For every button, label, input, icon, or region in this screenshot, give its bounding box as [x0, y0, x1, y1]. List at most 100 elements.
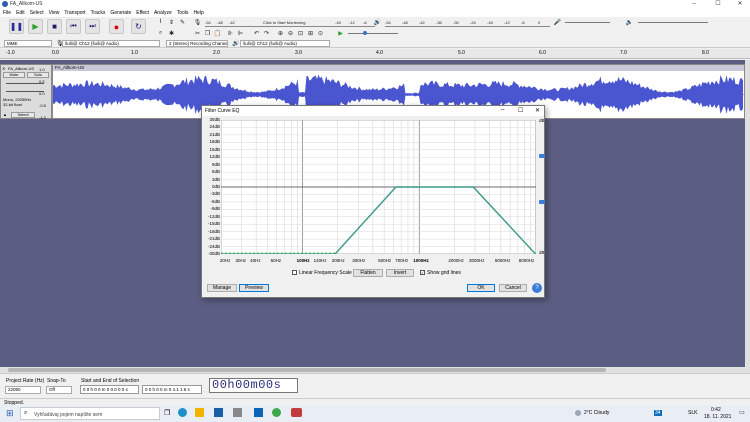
windows-start-icon[interactable]: ⊞ — [6, 408, 14, 419]
playback-device-select[interactable]: šuši@ Ch12 (šuši@ Audio) — [240, 40, 330, 47]
envelope-tool-icon[interactable]: ⇕ — [167, 18, 176, 26]
recording-device-select[interactable]: šuši@ Ch12 (šuši@ Audio) — [62, 40, 160, 47]
collapse-icon[interactable]: ▲ — [3, 112, 7, 117]
timeline-ruler[interactable]: -1.0 0.0 1.0 2.0 3.0 4.0 5.0 6.0 7.0 8.0 — [0, 49, 750, 59]
fit-project-icon[interactable]: ⊞ — [306, 29, 315, 37]
monitor-label[interactable]: Click to Start Monitoring — [263, 20, 305, 25]
skip-start-button[interactable]: ⏮ — [66, 19, 81, 34]
play-at-speed-icon[interactable]: ▶ — [336, 29, 345, 37]
minimize-button[interactable]: – — [683, 0, 705, 9]
menu-transport[interactable]: Transport — [64, 9, 85, 17]
track-name[interactable]: FA_Allkom-US — [8, 66, 34, 71]
redo-icon[interactable]: ↷ — [262, 29, 271, 37]
chrome-icon[interactable] — [272, 408, 281, 417]
undo-icon[interactable]: ↶ — [252, 29, 261, 37]
notification-center-icon[interactable]: ▭ — [739, 409, 745, 416]
zoom-out-icon[interactable]: ⊖ — [286, 29, 295, 37]
track-close-icon[interactable]: ✕ — [2, 66, 5, 71]
menu-select[interactable]: Select — [30, 9, 44, 17]
skip-end-button[interactable]: ⏭ — [85, 19, 100, 34]
store-icon[interactable] — [214, 408, 223, 417]
dialog-close-button[interactable]: ✕ — [535, 107, 540, 114]
max-db-slider[interactable] — [539, 154, 545, 158]
eq-curve-graph[interactable] — [221, 120, 536, 254]
selection-tool-icon[interactable]: I — [156, 18, 165, 26]
linear-scale-checkbox[interactable] — [292, 270, 297, 275]
audio-host-select[interactable]: MME — [4, 40, 52, 47]
file-explorer-icon[interactable] — [195, 408, 204, 417]
record-button[interactable]: ● — [109, 19, 124, 34]
zoom-in-icon[interactable]: ⊕ — [276, 29, 285, 37]
amplitude-tick: -1.0 — [39, 115, 46, 120]
menu-help[interactable]: Help — [193, 9, 203, 17]
scroll-thumb[interactable] — [8, 368, 606, 372]
selection-end-field[interactable]: 0 0 h 0 0 m 0 4.1 1 5 s — [142, 385, 202, 394]
dialog-minimize-button[interactable]: – — [501, 107, 504, 113]
outlook-icon[interactable] — [254, 408, 263, 417]
menu-view[interactable]: View — [49, 9, 60, 17]
play-button[interactable]: ▶ — [28, 19, 43, 34]
output-volume-icon[interactable]: 🔈 — [625, 18, 634, 26]
clock-time[interactable]: 0:42 — [711, 407, 721, 413]
play-speed-slider[interactable] — [348, 33, 398, 34]
zoom-tool-icon[interactable]: ⌕ — [156, 29, 165, 37]
copy-icon[interactable]: ❐ — [203, 29, 212, 37]
preview-button[interactable]: Preview — [239, 284, 269, 292]
taskbar-search[interactable]: ⌕ Vyhľadávaj pojem napíšte sem — [20, 407, 160, 420]
menu-file[interactable]: File — [3, 9, 11, 17]
flatten-button[interactable]: Flatten — [353, 269, 383, 277]
help-icon[interactable]: ? — [532, 283, 542, 293]
audio-position-display[interactable]: 00h00m00s — [209, 378, 298, 393]
manage-button[interactable]: Manage — [207, 284, 237, 292]
pause-button[interactable]: ❚❚ — [9, 19, 24, 34]
play-speed-thumb[interactable] — [363, 31, 367, 35]
trim-icon[interactable]: ⊪ — [226, 29, 235, 37]
maximize-button[interactable]: ☐ — [707, 0, 729, 9]
menu-effect[interactable]: Effect — [136, 9, 149, 17]
stop-button[interactable]: ■ — [47, 19, 62, 34]
mute-button[interactable]: Mute — [3, 72, 25, 78]
solo-button[interactable]: Solo — [27, 72, 49, 78]
loop-button[interactable]: ↻ — [131, 19, 146, 34]
volume-icon[interactable]: 🎤 — [553, 18, 562, 26]
invert-button[interactable]: Invert — [386, 269, 414, 277]
task-view-icon[interactable]: ❐ — [164, 409, 170, 417]
notification-badge[interactable]: 34 — [654, 410, 662, 416]
zoom-toggle-icon[interactable]: ⊙ — [316, 29, 325, 37]
recording-volume-slider[interactable] — [565, 22, 610, 23]
settings-icon[interactable] — [233, 408, 242, 417]
paste-icon[interactable]: 📋 — [213, 29, 222, 37]
db-label: 30dB — [209, 117, 220, 122]
multi-tool-icon[interactable]: ✱ — [167, 29, 176, 37]
selection-start-field[interactable]: 0 0 h 0 0 m 0 0.0 0 0 s — [80, 385, 139, 394]
cut-icon[interactable]: ✂ — [193, 29, 202, 37]
clock-date[interactable]: 18. 11. 2021 — [704, 414, 731, 420]
menu-analyze[interactable]: Analyze — [154, 9, 172, 17]
db-label: -6dB — [210, 198, 220, 204]
silence-icon[interactable]: ⊫ — [236, 29, 245, 37]
edge-icon[interactable] — [178, 408, 187, 417]
weather-text[interactable]: 2°C Cloudy — [584, 410, 609, 416]
menu-tools[interactable]: Tools — [177, 9, 189, 17]
cancel-button[interactable]: Cancel — [499, 284, 527, 292]
playback-volume-slider[interactable] — [638, 22, 708, 23]
draw-tool-icon[interactable]: ✎ — [178, 18, 187, 26]
close-button[interactable]: ✕ — [729, 0, 750, 9]
menu-generate[interactable]: Generate — [110, 9, 131, 17]
menu-tracks[interactable]: Tracks — [91, 9, 106, 17]
show-grid-checkbox[interactable]: ✓ — [420, 270, 425, 275]
select-track-button[interactable]: Select — [11, 112, 35, 118]
microphone-icon[interactable]: 🎙 — [193, 18, 202, 26]
snap-to-select[interactable]: Off — [46, 386, 72, 394]
menu-edit[interactable]: Edit — [16, 9, 25, 17]
channels-select[interactable]: 2 (Stereo) Recording Channe — [166, 40, 228, 47]
audacity-taskbar-icon[interactable] — [291, 408, 302, 417]
vertical-scrollbar[interactable] — [745, 60, 750, 367]
min-db-slider[interactable] — [539, 200, 545, 204]
dialog-maximize-button[interactable]: ☐ — [518, 107, 523, 114]
speaker-icon[interactable]: 🔊 — [373, 18, 382, 26]
language-indicator[interactable]: SLK — [688, 410, 697, 416]
project-rate-select[interactable]: 22050 — [5, 386, 41, 394]
ok-button[interactable]: OK — [467, 284, 495, 292]
fit-selection-icon[interactable]: ⊡ — [296, 29, 305, 37]
